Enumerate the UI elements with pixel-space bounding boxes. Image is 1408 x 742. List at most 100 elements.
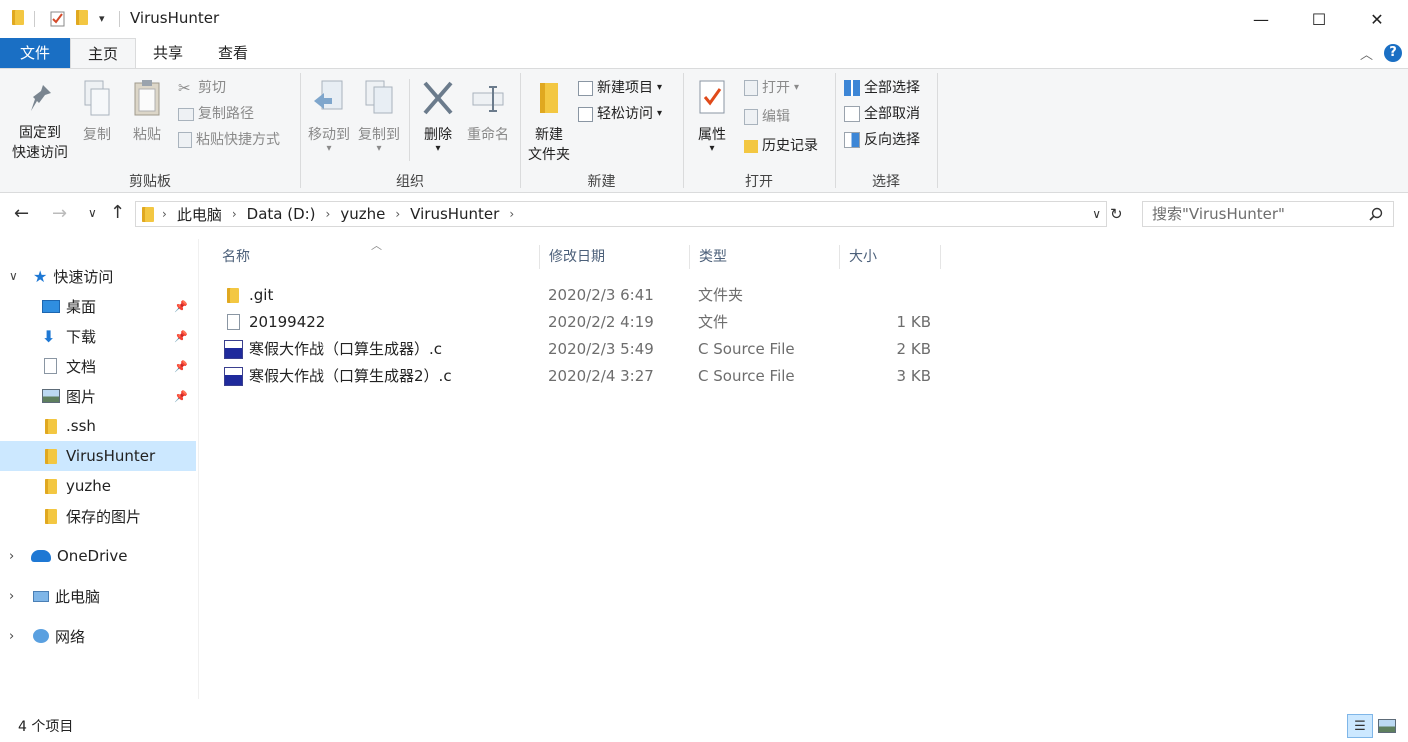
properties-button[interactable]: 属性 ▾ bbox=[690, 79, 734, 154]
new-group-label: 新建 bbox=[587, 174, 616, 190]
column-header-name[interactable]: 名称 bbox=[213, 245, 540, 269]
nav-onedrive[interactable]: › OneDrive bbox=[0, 541, 196, 571]
chevron-right-icon[interactable]: › bbox=[9, 629, 23, 644]
delete-button[interactable]: 删除 ▾ bbox=[418, 79, 458, 154]
pin-icon[interactable]: 📌 bbox=[174, 360, 188, 373]
tab-view[interactable]: 查看 bbox=[200, 38, 266, 68]
copy-to-button[interactable]: 复制到 ▾ bbox=[356, 79, 402, 154]
maximize-button[interactable]: ☐ bbox=[1290, 0, 1348, 38]
nav-network[interactable]: › 网络 bbox=[0, 621, 196, 651]
search-icon[interactable] bbox=[1369, 207, 1383, 221]
pin-icon[interactable]: 📌 bbox=[174, 300, 188, 313]
tab-file[interactable]: 文件 bbox=[0, 38, 70, 68]
cut-button[interactable]: ✂ 剪切 bbox=[178, 77, 226, 99]
paste-shortcut-button[interactable]: 粘贴快捷方式 bbox=[178, 129, 280, 151]
easy-access-icon bbox=[578, 106, 593, 122]
edit-button[interactable]: 编辑 bbox=[744, 106, 790, 128]
chevron-down-icon[interactable]: ∨ bbox=[9, 269, 23, 283]
new-folder-quick-icon[interactable] bbox=[76, 10, 88, 25]
nav-quick-access-label: 快速访问 bbox=[53, 267, 114, 286]
cloud-icon bbox=[31, 550, 51, 562]
select-all-label: 全部选择 bbox=[864, 80, 920, 96]
star-icon: ★ bbox=[33, 266, 48, 286]
nav-item-label: 保存的图片 bbox=[66, 507, 142, 526]
tab-share[interactable]: 共享 bbox=[136, 38, 200, 68]
nav-this-pc[interactable]: › 此电脑 bbox=[0, 581, 196, 611]
nav-item-saved-pictures[interactable]: 保存的图片 bbox=[0, 501, 196, 531]
open-button[interactable]: 打开 ▾ bbox=[744, 77, 799, 99]
file-modified: 2020/2/3 5:49 bbox=[548, 340, 654, 358]
nav-this-pc-label: 此电脑 bbox=[55, 587, 101, 606]
select-all-button[interactable]: 全部选择 bbox=[844, 77, 920, 99]
column-header-type[interactable]: 类型 bbox=[690, 245, 840, 269]
pin-quick-access-button[interactable]: 固定到 快速访问 bbox=[6, 81, 74, 163]
file-name: 寒假大作战（口算生成器2）.c bbox=[249, 367, 452, 385]
nav-item-documents[interactable]: 文档 📌 bbox=[0, 351, 196, 381]
up-arrow-icon[interactable]: ↑ bbox=[110, 202, 125, 223]
tab-home[interactable]: 主页 bbox=[70, 38, 136, 68]
customize-toolbar-icon[interactable]: ▾ bbox=[99, 12, 105, 25]
properties-check-icon[interactable] bbox=[50, 10, 66, 27]
copy-button[interactable]: 复制 bbox=[78, 79, 116, 145]
nav-item-virushunter[interactable]: VirusHunter bbox=[0, 441, 196, 471]
invert-selection-button[interactable]: 反向选择 bbox=[844, 129, 920, 151]
status-bar: 4 个项目 ☰ bbox=[0, 706, 1408, 742]
rename-button[interactable]: 重命名 bbox=[464, 79, 512, 145]
nav-item-downloads[interactable]: ⬇ 下载 📌 bbox=[0, 321, 196, 351]
nav-item-ssh[interactable]: .ssh bbox=[0, 411, 196, 441]
address-dropdown-icon[interactable]: ∨ bbox=[1092, 207, 1101, 221]
minimize-button[interactable]: — bbox=[1232, 0, 1290, 38]
pin-icon[interactable]: 📌 bbox=[174, 330, 188, 343]
back-arrow-icon[interactable]: ← bbox=[14, 203, 29, 224]
history-button[interactable]: 历史记录 bbox=[744, 135, 818, 157]
search-input[interactable]: 搜索"VirusHunter" bbox=[1142, 201, 1394, 227]
pin-label-line1: 固定到 bbox=[19, 125, 61, 141]
details-view-button[interactable]: ☰ bbox=[1347, 714, 1373, 738]
file-row[interactable]: .git 2020/2/3 6:41 文件夹 bbox=[219, 282, 939, 309]
file-row[interactable]: 20199422 2020/2/2 4:19 文件 1 KB bbox=[219, 309, 939, 336]
recent-locations-icon[interactable]: ∨ bbox=[88, 206, 97, 220]
nav-item-desktop[interactable]: 桌面 📌 bbox=[0, 291, 196, 321]
nav-quick-access[interactable]: ∨ ★ 快速访问 bbox=[0, 261, 196, 291]
chevron-right-icon: › bbox=[395, 207, 401, 221]
close-button[interactable]: ✕ bbox=[1348, 0, 1406, 38]
chevron-right-icon[interactable]: › bbox=[9, 549, 23, 564]
select-none-button[interactable]: 全部取消 bbox=[844, 103, 920, 125]
computer-icon bbox=[33, 590, 49, 602]
breadcrumb-drive[interactable]: Data (D:) bbox=[247, 205, 316, 223]
divider bbox=[409, 79, 410, 161]
pin-icon[interactable]: 📌 bbox=[174, 390, 188, 403]
file-row[interactable]: 寒假大作战（口算生成器）.c 2020/2/3 5:49 C Source Fi… bbox=[219, 336, 939, 363]
chevron-right-icon[interactable]: › bbox=[509, 207, 514, 221]
copy-to-icon bbox=[365, 80, 393, 114]
chevron-right-icon[interactable]: › bbox=[9, 589, 23, 604]
dropdown-arrow-icon: ▾ bbox=[657, 108, 663, 119]
folder-icon bbox=[45, 478, 57, 494]
refresh-icon[interactable]: ↻ bbox=[1110, 205, 1123, 223]
forward-arrow-icon[interactable]: → bbox=[52, 203, 67, 224]
column-header-size[interactable]: 大小 bbox=[840, 245, 941, 269]
copy-path-label: 复制路径 bbox=[198, 106, 254, 122]
new-item-button[interactable]: 新建项目 ▾ bbox=[578, 77, 662, 99]
column-header-modified[interactable]: 修改日期 bbox=[540, 245, 690, 269]
paste-button[interactable]: 粘贴 bbox=[128, 79, 166, 145]
breadcrumb-virushunter[interactable]: VirusHunter bbox=[410, 205, 499, 223]
file-name: 寒假大作战（口算生成器）.c bbox=[249, 340, 443, 358]
nav-item-yuzhe[interactable]: yuzhe bbox=[0, 471, 196, 501]
new-folder-button[interactable]: 新建 文件夹 bbox=[524, 79, 574, 165]
copy-label: 复制 bbox=[83, 127, 111, 143]
nav-item-pictures[interactable]: 图片 📌 bbox=[0, 381, 196, 411]
move-to-button[interactable]: 移动到 ▾ bbox=[306, 79, 352, 154]
breadcrumb-yuzhe[interactable]: yuzhe bbox=[340, 205, 385, 223]
large-icons-view-icon[interactable] bbox=[1378, 719, 1396, 733]
collapse-ribbon-icon[interactable]: ︿ bbox=[1360, 44, 1373, 63]
cut-label: 剪切 bbox=[198, 80, 226, 96]
file-size: 1 KB bbox=[896, 313, 931, 331]
easy-access-button[interactable]: 轻松访问 ▾ bbox=[578, 103, 662, 125]
file-type: 文件夹 bbox=[698, 286, 744, 304]
copy-path-button[interactable]: 复制路径 bbox=[178, 103, 254, 125]
breadcrumb-this-pc[interactable]: 此电脑 bbox=[177, 204, 222, 225]
help-icon[interactable]: ? bbox=[1384, 44, 1402, 62]
file-row[interactable]: 寒假大作战（口算生成器2）.c 2020/2/4 3:27 C Source F… bbox=[219, 363, 939, 390]
address-bar[interactable]: › 此电脑 › Data (D:) › yuzhe › VirusHunter … bbox=[135, 201, 1107, 227]
